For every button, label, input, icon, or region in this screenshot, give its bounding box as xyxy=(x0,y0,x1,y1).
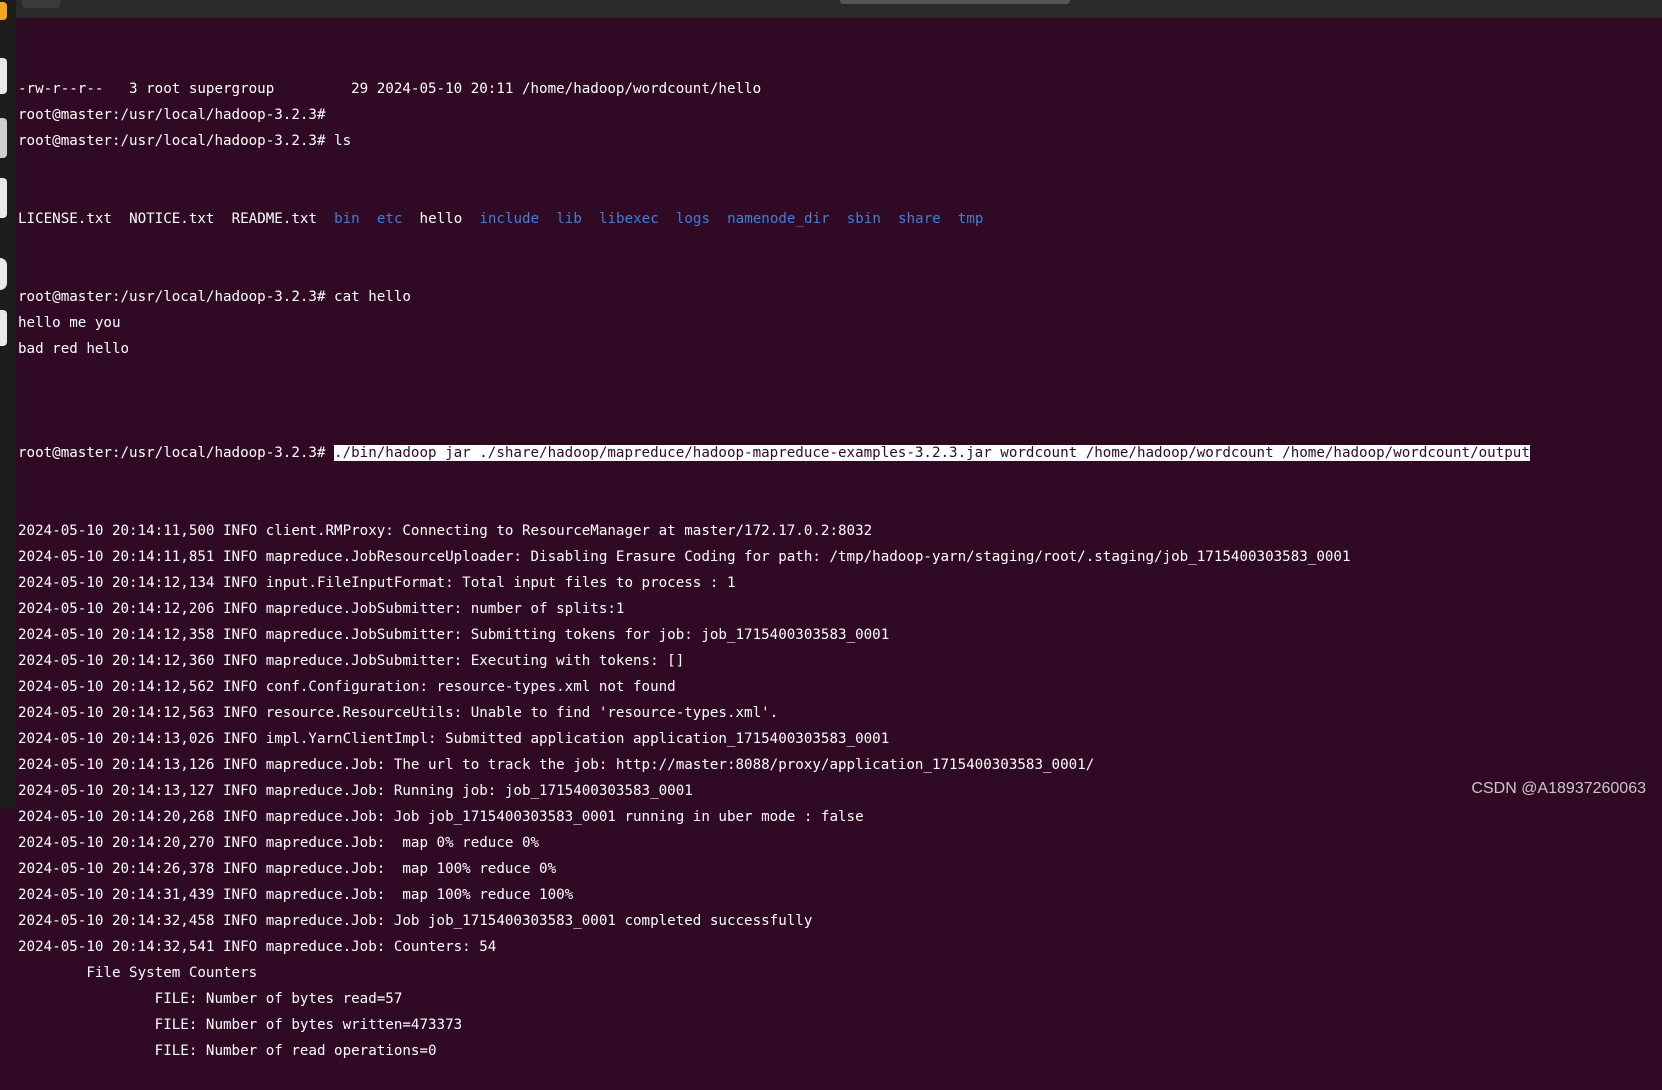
log-line: FILE: Number of bytes read=57 xyxy=(18,991,403,1007)
window-menu-button[interactable] xyxy=(22,0,60,8)
log-line: 2024-05-10 20:14:13,126 INFO mapreduce.J… xyxy=(18,757,1095,773)
log-line: 2024-05-10 20:14:26,378 INFO mapreduce.J… xyxy=(18,861,557,877)
terminal-output[interactable]: -rw-r--r-- 3 root supergroup 29 2024-05-… xyxy=(18,24,1662,1090)
terminal-line: -rw-r--r-- 3 root supergroup 29 2024-05-… xyxy=(18,81,762,97)
ls-file: NOTICE.txt xyxy=(129,211,215,227)
ls-output: LICENSE.txt NOTICE.txt README.txt bin et… xyxy=(18,206,1662,232)
ls-directory: share xyxy=(897,211,941,227)
log-line: File System Counters xyxy=(18,965,258,981)
ls-directory: etc xyxy=(376,211,403,227)
ls-directory: include xyxy=(479,211,540,227)
ls-file: hello xyxy=(419,211,463,227)
ls-file: LICENSE.txt xyxy=(18,211,112,227)
ls-directory: sbin xyxy=(846,211,881,227)
log-line: 2024-05-10 20:14:11,500 INFO client.RMPr… xyxy=(18,523,873,539)
terminal-line: bad red hello xyxy=(18,341,130,357)
log-line: 2024-05-10 20:14:12,360 INFO mapreduce.J… xyxy=(18,653,685,669)
ls-file: README.txt xyxy=(231,211,317,227)
ls-directory: lib xyxy=(556,211,582,227)
dock-app-icon[interactable] xyxy=(0,2,7,20)
dock-app-icon[interactable] xyxy=(0,178,7,218)
window-title xyxy=(840,0,1070,4)
log-line: FILE: Number of read operations=0 xyxy=(18,1043,437,1059)
log-line: 2024-05-10 20:14:32,458 INFO mapreduce.J… xyxy=(18,913,813,929)
log-line: 2024-05-10 20:14:12,358 INFO mapreduce.J… xyxy=(18,627,890,643)
dock-terminal-icon[interactable] xyxy=(0,118,7,158)
ls-directory: namenode_dir xyxy=(727,211,830,227)
shell-prompt: root@master:/usr/local/hadoop-3.2.3# xyxy=(18,445,335,461)
selected-command[interactable]: ./bin/hadoop jar ./share/hadoop/mapreduc… xyxy=(334,445,1530,461)
command-line: root@master:/usr/local/hadoop-3.2.3# ./b… xyxy=(18,440,1662,466)
dock-app-icon[interactable] xyxy=(0,258,7,290)
terminal-line: root@master:/usr/local/hadoop-3.2.3# xyxy=(18,107,326,123)
terminal-line: root@master:/usr/local/hadoop-3.2.3# cat… xyxy=(18,289,411,305)
dock-app-icon[interactable] xyxy=(0,310,7,346)
watermark: CSDN @A18937260063 xyxy=(1471,780,1646,797)
log-line: 2024-05-10 20:14:13,026 INFO impl.YarnCl… xyxy=(18,731,890,747)
terminal-line: hello me you xyxy=(18,315,121,331)
terminal-line: root@master:/usr/local/hadoop-3.2.3# ls xyxy=(18,133,352,149)
log-line: 2024-05-10 20:14:32,541 INFO mapreduce.J… xyxy=(18,939,497,955)
dock-app-icon[interactable] xyxy=(0,58,7,94)
ls-directory: libexec xyxy=(598,211,659,227)
log-line: 2024-05-10 20:14:20,270 INFO mapreduce.J… xyxy=(18,835,540,851)
log-line: 2024-05-10 20:14:12,134 INFO input.FileI… xyxy=(18,575,736,591)
log-line: 2024-05-10 20:14:11,851 INFO mapreduce.J… xyxy=(18,549,1351,565)
window-title-bar xyxy=(0,0,1662,18)
dock xyxy=(0,0,16,808)
ls-directory: tmp xyxy=(957,211,984,227)
log-line: 2024-05-10 20:14:13,127 INFO mapreduce.J… xyxy=(18,783,693,799)
log-line: 2024-05-10 20:14:12,562 INFO conf.Config… xyxy=(18,679,676,695)
ls-directory: logs xyxy=(675,211,711,227)
ls-directory: bin xyxy=(334,211,360,227)
log-line: FILE: Number of bytes written=473373 xyxy=(18,1017,463,1033)
log-line: 2024-05-10 20:14:31,439 INFO mapreduce.J… xyxy=(18,887,574,903)
log-line: 2024-05-10 20:14:12,206 INFO mapreduce.J… xyxy=(18,601,625,617)
log-line: 2024-05-10 20:14:12,563 INFO resource.Re… xyxy=(18,705,779,721)
